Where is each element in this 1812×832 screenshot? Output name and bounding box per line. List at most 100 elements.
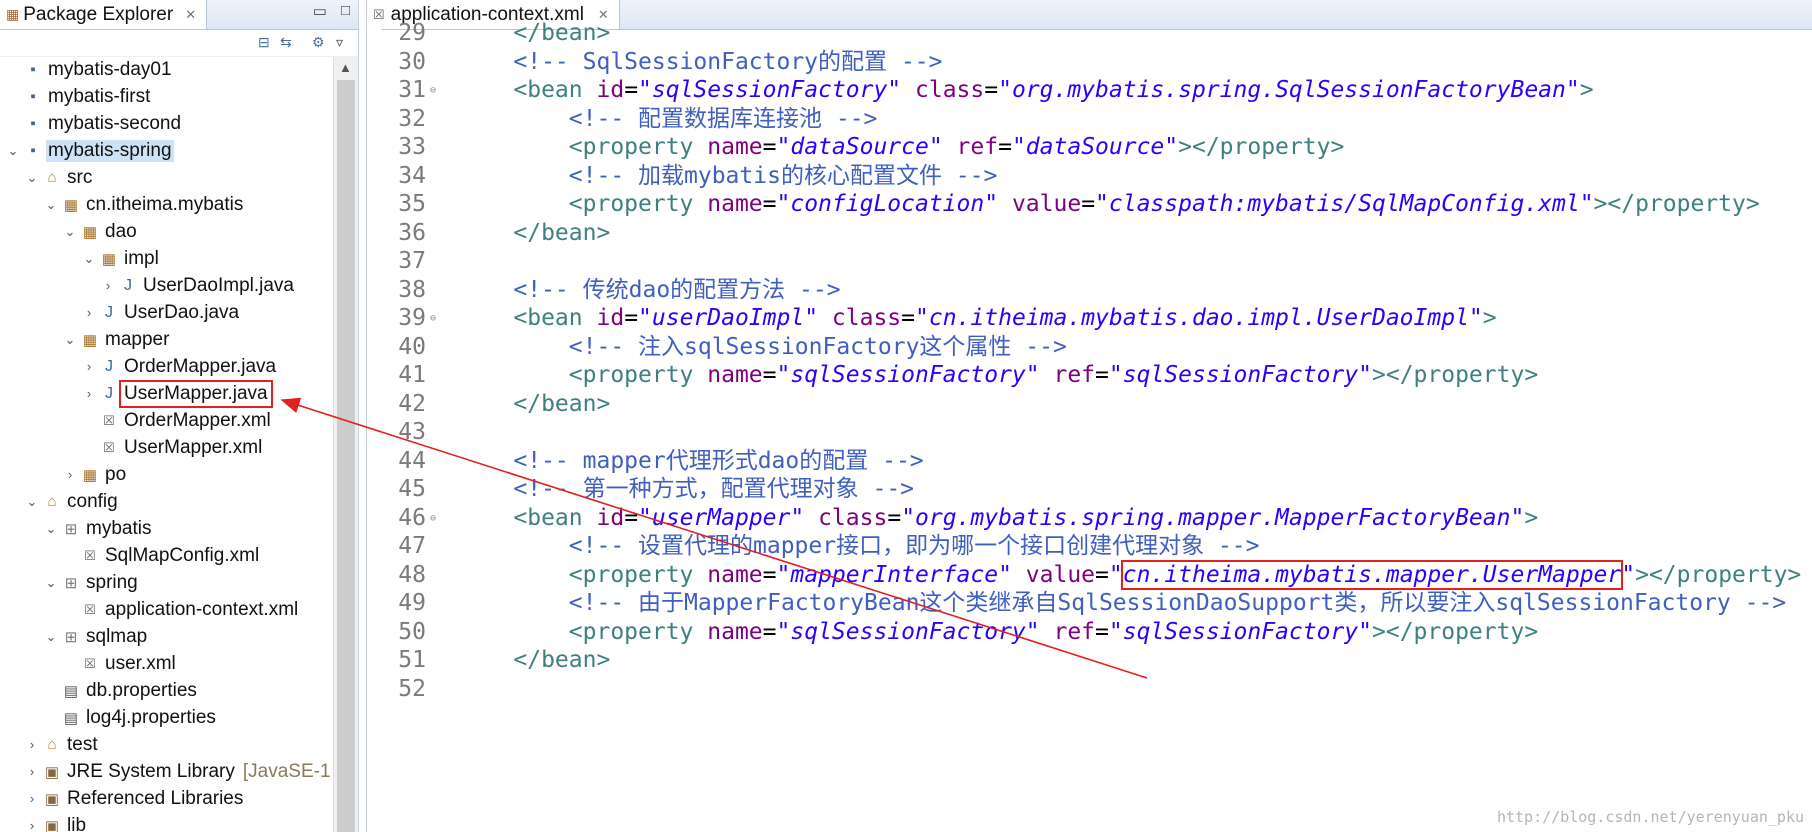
- code-token: </bean>: [513, 647, 611, 673]
- code-line[interactable]: 52: [381, 673, 458, 706]
- tree-item-label: sqlmap: [86, 625, 148, 647]
- tab-package-explorer[interactable]: ▦ Package Explorer ✕: [0, 0, 208, 29]
- tree-item-ordermapper-java[interactable]: › J OrderMapper.java: [0, 353, 278, 380]
- collapsed-chevron-icon[interactable]: ›: [23, 764, 41, 779]
- tree-item-test[interactable]: › ⌂ test: [0, 731, 100, 758]
- collapsed-chevron-icon[interactable]: ›: [80, 305, 98, 320]
- pkg-icon: ▦: [82, 331, 98, 349]
- tree-item-referenced-libraries[interactable]: › ▣ Referenced Libraries: [0, 785, 245, 812]
- expanded-chevron-icon[interactable]: ⌄: [42, 521, 60, 537]
- code-token: =: [762, 191, 777, 217]
- scrollbar-thumb[interactable]: [337, 80, 355, 832]
- maximize-icon[interactable]: □: [341, 2, 350, 20]
- tree-item-usermapper-xml[interactable]: ☒ UserMapper.xml: [0, 434, 264, 461]
- tree-item-sqlmapconfig-xml[interactable]: ☒ SqlMapConfig.xml: [0, 542, 261, 569]
- tree-item-sqlmap[interactable]: ⌄ ⊞ sqlmap: [0, 623, 149, 650]
- tree-item-mybatis-second[interactable]: ▪ mybatis-second: [0, 110, 183, 137]
- explorer-scrollbar[interactable]: ▲: [333, 56, 358, 832]
- minimize-icon[interactable]: ▭: [313, 2, 327, 20]
- expanded-chevron-icon[interactable]: ⌄: [42, 197, 60, 213]
- code-token: <bean: [513, 504, 597, 531]
- close-icon[interactable]: ✕: [185, 7, 196, 23]
- code-token: =: [762, 618, 777, 645]
- collapsed-chevron-icon[interactable]: ›: [80, 359, 98, 374]
- code-token: <bean: [513, 77, 597, 103]
- code-token: name: [707, 561, 763, 588]
- expanded-chevron-icon[interactable]: ⌄: [61, 224, 79, 240]
- tree-item-mybatis[interactable]: ⌄ ⊞ mybatis: [0, 515, 153, 542]
- explorer-toolbar: ⊟ ⇆ ⚙ ▿: [0, 30, 358, 57]
- tree-item-label: cn.itheima.mybatis: [86, 193, 244, 215]
- tree-item-label: config: [67, 490, 118, 512]
- code-token: "cn.itheima.mybatis.dao.impl.UserDaoImpl…: [915, 305, 1483, 331]
- tree-item-spring[interactable]: ⌄ ⊞ spring: [0, 569, 140, 596]
- code-token: id: [596, 77, 625, 103]
- chevron-down-icon[interactable]: ▿: [336, 34, 343, 51]
- tree-item-src[interactable]: ⌄ ⌂ src: [0, 164, 94, 191]
- code-token: "sqlSessionFactory": [776, 362, 1040, 388]
- tree-item-label: SqlMapConfig.xml: [105, 544, 260, 566]
- collapsed-chevron-icon[interactable]: ›: [23, 791, 41, 806]
- tree-item-mybatis-day01[interactable]: ▪ mybatis-day01: [0, 56, 174, 83]
- lib-icon: ▣: [44, 817, 60, 832]
- tree-item-dao[interactable]: ⌄ ▦ dao: [0, 218, 139, 245]
- collapsed-chevron-icon[interactable]: ›: [99, 278, 117, 293]
- tree-item-po[interactable]: › ▦ po: [0, 461, 128, 488]
- tree-item-application-context-xml[interactable]: ☒ application-context.xml: [0, 596, 300, 623]
- tree-item-db-properties[interactable]: ▤ db.properties: [0, 677, 199, 704]
- xml-icon: ☒: [84, 601, 96, 617]
- code-area[interactable]: 29 </bean> 30 <!-- SqlSessionFactory的配置 -…: [381, 20, 1812, 832]
- expanded-chevron-icon[interactable]: ⌄: [23, 494, 41, 510]
- collapse-all-icon[interactable]: ⊟: [258, 34, 270, 51]
- srcfolder-icon: ⌂: [47, 736, 57, 753]
- view-menu-icon[interactable]: ⚙: [312, 34, 325, 51]
- code-token: "org.mybatis.spring.mapper.MapperFactory…: [901, 504, 1525, 531]
- tree-item-config[interactable]: ⌄ ⌂ config: [0, 488, 120, 515]
- tree-item-mybatis-first[interactable]: ▪ mybatis-first: [0, 83, 152, 110]
- pkgempty-icon: ⊞: [64, 628, 78, 646]
- collapsed-chevron-icon[interactable]: ›: [80, 386, 98, 401]
- pkgempty-icon: ⊞: [64, 520, 78, 538]
- tree-item-userdaoimpl-java[interactable]: › J UserDaoImpl.java: [0, 272, 296, 299]
- collapsed-chevron-icon[interactable]: ›: [23, 818, 41, 832]
- collapsed-chevron-icon[interactable]: ›: [23, 737, 41, 752]
- expanded-chevron-icon[interactable]: ⌄: [61, 332, 79, 348]
- code-token: </bean>: [513, 20, 611, 46]
- expanded-chevron-icon[interactable]: ⌄: [80, 251, 98, 267]
- tree-item-mybatis-spring[interactable]: ⌄ ▪ mybatis-spring: [0, 137, 174, 164]
- tree-item-cn-itheima-mybatis[interactable]: ⌄ ▦ cn.itheima.mybatis: [0, 191, 245, 218]
- collapsed-chevron-icon[interactable]: ›: [61, 467, 79, 482]
- tree-item-log4j-properties[interactable]: ▤ log4j.properties: [0, 704, 218, 731]
- tree-item-impl[interactable]: ⌄ ▦ impl: [0, 245, 161, 272]
- tree-item-label: log4j.properties: [86, 706, 216, 728]
- tree-item-jre-system-library[interactable]: ›▣ JRE System Library [JavaSE-1.8]: [0, 758, 332, 785]
- code-token: "dataSource": [1011, 134, 1179, 160]
- expanded-chevron-icon[interactable]: ⌄: [23, 170, 41, 186]
- expanded-chevron-icon[interactable]: ⌄: [4, 143, 22, 159]
- tree-item-usermapper-java[interactable]: › J UserMapper.java: [0, 379, 273, 408]
- scroll-up-icon[interactable]: ▲: [339, 60, 352, 75]
- watermark: http://blog.csdn.net/yerenyuan_pku: [1496, 808, 1804, 826]
- code-token: =: [1095, 618, 1109, 645]
- tree-item-mapper[interactable]: ⌄ ▦ mapper: [0, 326, 171, 353]
- tree-item-userdao-java[interactable]: › J UserDao.java: [0, 299, 241, 326]
- code-token: <property: [568, 618, 708, 645]
- code-token: <!-- 配置数据库连接池 -->: [568, 105, 878, 132]
- file-icon: ▤: [63, 682, 79, 700]
- code-token: =: [762, 561, 777, 588]
- tree-item-user-xml[interactable]: ☒ user.xml: [0, 650, 178, 677]
- link-with-editor-icon[interactable]: ⇆: [280, 34, 292, 51]
- code-token: <!-- 传统dao的配置方法 -->: [513, 276, 841, 303]
- code-token: "configLocation": [776, 191, 999, 217]
- expanded-chevron-icon[interactable]: ⌄: [42, 629, 60, 645]
- tree-item-ordermapper-xml[interactable]: ☒ OrderMapper.xml: [0, 407, 273, 434]
- expanded-chevron-icon[interactable]: ⌄: [42, 575, 60, 591]
- java-icon: J: [105, 303, 113, 321]
- tree-item-lib[interactable]: › ▣ lib: [0, 812, 88, 832]
